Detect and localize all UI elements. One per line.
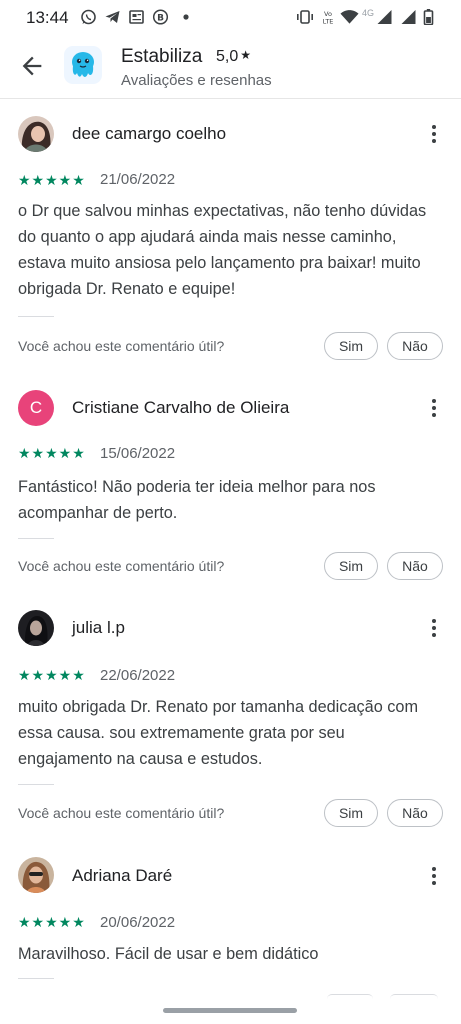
- review-text: Fantástico! Não poderia ter ideia melhor…: [18, 478, 376, 522]
- status-time: 13:44: [26, 8, 69, 27]
- more-options-icon[interactable]: [422, 122, 446, 146]
- back-arrow-icon[interactable]: [18, 52, 46, 80]
- app-header: Estabiliza 5,0 ★ Avaliações e resenhas: [0, 34, 461, 99]
- star-rating: ★★★★★: [18, 445, 86, 461]
- octopus-icon: [72, 52, 94, 77]
- review-text: o Dr que salvou minhas expectativas, não…: [18, 202, 427, 298]
- helpful-question: Você achou este comentário útil?: [18, 558, 225, 574]
- helpful-no-button-partial[interactable]: [390, 994, 438, 999]
- helpful-yes-button[interactable]: Sim: [324, 332, 378, 360]
- reviewer-name: Adriana Daré: [72, 866, 173, 885]
- app-rating-value: 5,0: [216, 48, 239, 65]
- avatar: [18, 857, 54, 893]
- helpful-no-button[interactable]: Não: [387, 799, 443, 827]
- status-bar: 13:44 B Vo LTE 4G: [0, 0, 461, 34]
- app-logo: [64, 46, 102, 84]
- reviewer-name: Cristiane Carvalho de Olieira: [72, 398, 290, 417]
- telegram-icon: [105, 11, 120, 23]
- divider: [18, 316, 54, 317]
- bitcoin-icon: B: [152, 9, 169, 25]
- rating-star-icon: ★: [240, 48, 252, 62]
- divider: [18, 538, 54, 539]
- helpful-yes-button-partial[interactable]: [327, 994, 373, 999]
- review-date: 22/06/2022: [100, 667, 176, 684]
- reviewer-name: julia l.p: [72, 618, 125, 637]
- page-subtitle: Avaliações e resenhas: [121, 72, 272, 89]
- app-title: Estabiliza: [121, 46, 203, 67]
- wifi-icon: [340, 10, 359, 24]
- signal-icon: [377, 10, 392, 24]
- dot-icon: [183, 14, 189, 20]
- helpful-no-button[interactable]: Não: [387, 552, 443, 580]
- more-options-icon[interactable]: [422, 396, 446, 420]
- svg-text:LTE: LTE: [323, 18, 334, 26]
- svg-text:B: B: [157, 14, 164, 24]
- helpful-question: Você achou este comentário útil?: [18, 805, 225, 821]
- whatsapp-icon: [81, 9, 96, 25]
- app-rating: 5,0 ★: [216, 48, 251, 66]
- star-rating: ★★★★★: [18, 667, 86, 683]
- vibrate-icon: [297, 10, 313, 24]
- helpful-question: Você achou este comentário útil?: [18, 338, 225, 354]
- helpful-yes-button[interactable]: Sim: [324, 552, 378, 580]
- review-date: 20/06/2022: [100, 914, 176, 931]
- review-text: muito obrigada Dr. Renato por tamanha de…: [18, 698, 419, 768]
- star-rating: ★★★★★: [18, 914, 86, 930]
- avatar-photo: [18, 610, 54, 646]
- more-options-icon[interactable]: [422, 864, 446, 888]
- battery-icon: [423, 9, 434, 25]
- signal-2-icon: [401, 10, 416, 24]
- avatar: C: [18, 390, 54, 426]
- gesture-nav-handle[interactable]: [163, 1008, 297, 1013]
- avatar-photo: [18, 857, 54, 893]
- volte-icon: Vo LTE: [323, 10, 334, 26]
- review-date: 15/06/2022: [100, 445, 176, 462]
- more-options-icon[interactable]: [422, 616, 446, 640]
- divider: [18, 784, 54, 785]
- news-icon: [129, 10, 144, 24]
- review-date: 21/06/2022: [100, 171, 176, 188]
- network-type-label: 4G: [362, 8, 375, 18]
- avatar-photo: [18, 116, 54, 152]
- helpful-yes-button[interactable]: Sim: [324, 799, 378, 827]
- star-rating: ★★★★★: [18, 172, 86, 188]
- review-text: Maravilhoso. Fácil de usar e bem didátic…: [18, 945, 319, 963]
- avatar-letter: C: [29, 398, 43, 417]
- reviewer-name: dee camargo coelho: [72, 124, 227, 143]
- helpful-no-button[interactable]: Não: [387, 332, 443, 360]
- divider: [18, 978, 54, 979]
- avatar: [18, 610, 54, 646]
- avatar: [18, 116, 54, 152]
